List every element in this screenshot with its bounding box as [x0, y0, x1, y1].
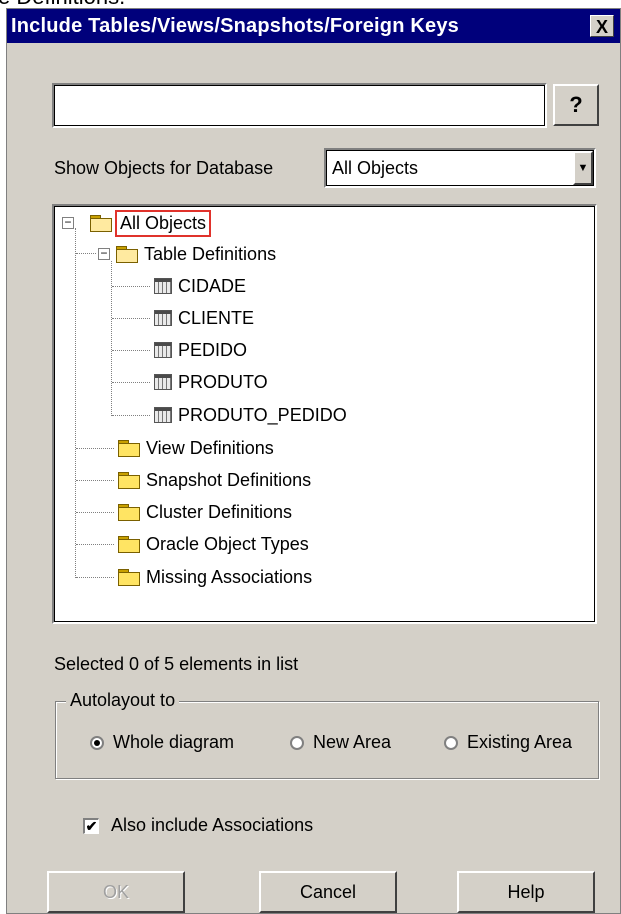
- autolayout-legend: Autolayout to: [66, 690, 180, 711]
- chevron-down-icon[interactable]: ▼: [573, 151, 593, 185]
- tree-node-table[interactable]: CLIENTE: [154, 306, 254, 330]
- table-label: PEDIDO: [178, 339, 248, 360]
- folder-label: Snapshot Definitions: [146, 469, 312, 490]
- tree-node-table[interactable]: PRODUTO: [154, 370, 268, 394]
- tree-connector: [76, 253, 96, 254]
- tree-label-table-definitions: Table Definitions: [144, 243, 277, 264]
- tree-node-folder[interactable]: Cluster Definitions: [118, 500, 292, 524]
- checkmark-icon: ✔: [83, 817, 99, 834]
- table-icon: [154, 278, 172, 294]
- dialog-title: Include Tables/Views/Snapshots/Foreign K…: [11, 15, 459, 37]
- tree-node-table[interactable]: PEDIDO: [154, 338, 247, 362]
- tree-node-table[interactable]: PRODUTO_PEDIDO: [154, 403, 347, 427]
- folder-label: Oracle Object Types: [146, 533, 309, 554]
- help-button[interactable]: Help: [457, 871, 595, 913]
- include-associations-checkbox[interactable]: ✔ Also include Associations: [83, 815, 313, 836]
- collapse-icon[interactable]: −: [98, 248, 110, 260]
- ok-button[interactable]: OK: [47, 871, 185, 913]
- tree-node-folder[interactable]: Snapshot Definitions: [118, 468, 311, 492]
- close-button[interactable]: X: [590, 15, 614, 37]
- selection-status: Selected 0 of 5 elements in list: [54, 654, 299, 674]
- folder-label: View Definitions: [146, 437, 274, 458]
- folder-icon: [118, 440, 140, 457]
- table-icon: [154, 310, 172, 326]
- folder-icon: [118, 504, 140, 521]
- radio-label: Existing Area: [467, 732, 573, 752]
- tree-label-root: All Objects: [114, 209, 212, 237]
- radio-checked-icon: [90, 735, 104, 750]
- tree-node-folder[interactable]: View Definitions: [118, 436, 274, 460]
- table-icon: [154, 374, 172, 390]
- folder-label: Cluster Definitions: [146, 501, 293, 522]
- collapse-icon[interactable]: −: [62, 217, 74, 229]
- help-icon-button[interactable]: ?: [553, 84, 599, 126]
- table-label: CLIENTE: [178, 307, 255, 328]
- table-label: PRODUTO_PEDIDO: [178, 404, 347, 425]
- table-label: PRODUTO: [178, 371, 268, 392]
- tree-connector: [75, 228, 76, 578]
- tree-connector: [112, 286, 150, 287]
- search-input[interactable]: [52, 83, 547, 128]
- include-objects-dialog: Include Tables/Views/Snapshots/Foreign K…: [6, 8, 621, 914]
- folder-icon: [118, 569, 140, 586]
- tree-connector: [112, 382, 150, 383]
- tree-node-table-definitions[interactable]: Table Definitions: [116, 242, 276, 266]
- tree-connector: [76, 480, 114, 481]
- radio-label: Whole diagram: [113, 732, 235, 752]
- radio-unchecked-icon: [444, 735, 458, 750]
- database-label: Show Objects for Database: [54, 158, 274, 178]
- radio-existing-area[interactable]: Existing Area: [444, 732, 572, 753]
- table-icon: [154, 342, 172, 358]
- tree-connector: [112, 318, 150, 319]
- folder-label: Missing Associations: [146, 566, 313, 587]
- tree-connector: [76, 448, 114, 449]
- tree-connector: [76, 512, 114, 513]
- help-icon: ?: [569, 92, 583, 117]
- radio-label: New Area: [313, 732, 392, 752]
- radio-new-area[interactable]: New Area: [290, 732, 391, 753]
- database-select[interactable]: All Objects ▼: [324, 148, 596, 188]
- tree-node-table[interactable]: CIDADE: [154, 274, 246, 298]
- tree-connector: [76, 577, 114, 578]
- tree-connector: [112, 415, 150, 416]
- database-select-value: All Objects: [332, 158, 419, 178]
- table-label: CIDADE: [178, 275, 247, 296]
- tree-node-folder[interactable]: Missing Associations: [118, 565, 312, 589]
- folder-open-icon: [116, 246, 138, 263]
- cancel-button[interactable]: Cancel: [259, 871, 397, 913]
- folder-open-icon: [90, 215, 112, 232]
- folder-icon: [118, 536, 140, 553]
- tree-node-folder[interactable]: Oracle Object Types: [118, 532, 309, 556]
- title-bar: Include Tables/Views/Snapshots/Foreign K…: [7, 9, 620, 43]
- include-associations-label: Also include Associations: [111, 815, 314, 835]
- tree-connector: [111, 261, 112, 416]
- autolayout-group: Autolayout to Whole diagram New Area Exi…: [55, 690, 599, 779]
- folder-icon: [118, 472, 140, 489]
- tree-connector: [112, 350, 150, 351]
- tree-node-all-objects[interactable]: All Objects: [90, 209, 212, 237]
- radio-unchecked-icon: [290, 735, 304, 750]
- tree-connector: [76, 544, 114, 545]
- table-icon: [154, 407, 172, 423]
- object-tree[interactable]: − All Objects − Table Definitions CIDADE…: [52, 204, 597, 624]
- radio-whole-diagram[interactable]: Whole diagram: [90, 732, 234, 753]
- caption-fragment: e Definitions.: [0, 0, 619, 8]
